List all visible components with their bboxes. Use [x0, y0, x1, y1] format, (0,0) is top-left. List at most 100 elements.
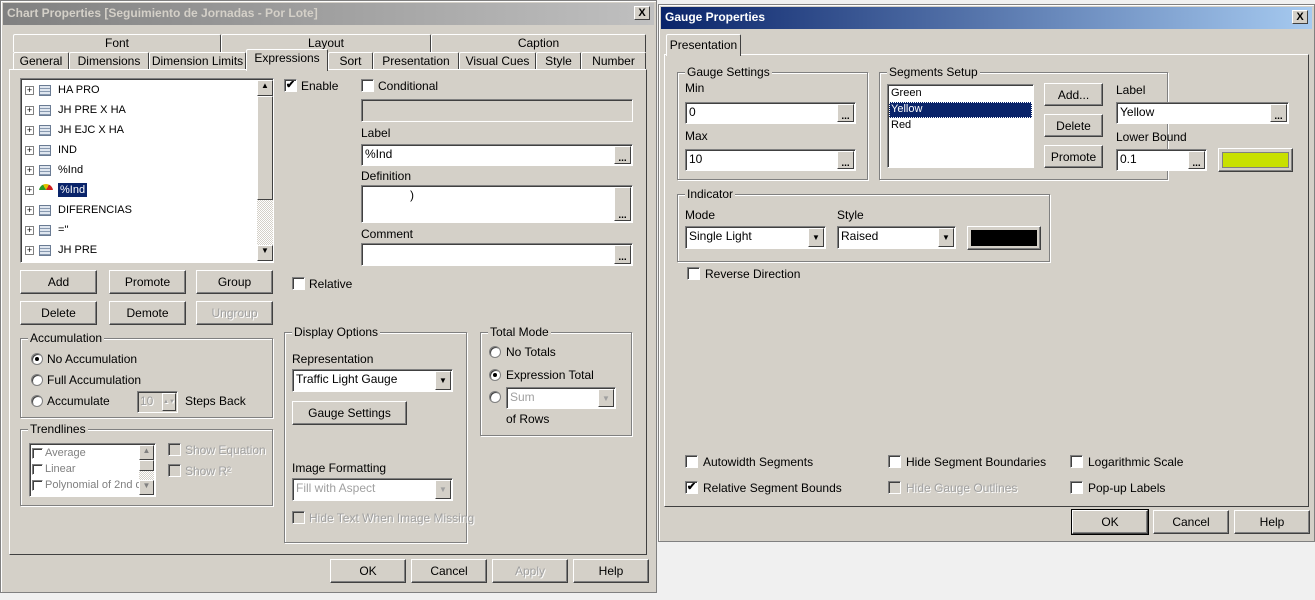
gauge-settings-button[interactable]: Gauge Settings — [292, 401, 407, 425]
expand-icon[interactable]: + — [25, 225, 34, 235]
relative-segment-bounds-checkbox[interactable]: ✔ — [685, 481, 698, 494]
tab-dimension-limits[interactable]: Dimension Limits — [149, 52, 246, 70]
help-button[interactable]: Help — [573, 559, 649, 583]
tab-caption[interactable]: Caption — [431, 34, 646, 52]
tab-style[interactable]: Style — [536, 52, 581, 70]
style-select[interactable]: Raised ▼ — [837, 226, 956, 249]
no-accumulation-radio[interactable] — [31, 353, 43, 365]
trendline-checkbox[interactable] — [32, 495, 43, 496]
segment-item[interactable]: Green — [889, 86, 1032, 102]
label-input[interactable]: %Ind... — [361, 144, 633, 166]
hide-text-checkbox[interactable] — [292, 511, 305, 524]
hide-segment-boundaries-checkbox[interactable] — [888, 455, 901, 468]
list-item[interactable]: + JH EJC X HA — [25, 121, 126, 139]
comment-ellipsis-button[interactable]: ... — [614, 245, 631, 264]
list-item[interactable]: + IND — [25, 141, 79, 159]
enable-checkbox[interactable]: ✔ — [284, 79, 297, 92]
representation-select[interactable]: Traffic Light Gauge ▼ — [292, 369, 453, 392]
delete-segment-button[interactable]: Delete — [1044, 114, 1103, 137]
ungroup-button[interactable]: Ungroup — [196, 301, 273, 325]
expand-icon[interactable]: + — [25, 205, 34, 215]
list-item[interactable]: + %Ind — [25, 181, 88, 199]
full-accumulation-radio[interactable] — [31, 374, 43, 386]
help-button[interactable]: Help — [1234, 510, 1310, 534]
autowidth-segments-checkbox[interactable] — [685, 455, 698, 468]
tab-number[interactable]: Number — [581, 52, 646, 70]
scroll-thumb[interactable] — [257, 96, 273, 200]
list-item[interactable]: + JH PRE X HA — [25, 101, 128, 119]
trend-scrollbar[interactable]: ▲ ▼ — [139, 445, 154, 495]
segment-item[interactable]: Yellow — [889, 102, 1032, 118]
logarithmic-scale-checkbox[interactable] — [1070, 455, 1083, 468]
lower-bound-input[interactable]: 0.1... — [1116, 149, 1207, 171]
expand-icon[interactable]: + — [25, 245, 34, 255]
conditional-checkbox[interactable] — [361, 79, 374, 92]
label-ellipsis-button[interactable]: ... — [614, 146, 631, 164]
relative-checkbox[interactable] — [292, 277, 305, 290]
comment-input[interactable]: ... — [361, 243, 633, 266]
max-input[interactable]: 10... — [685, 149, 856, 171]
list-item[interactable]: + ='' — [25, 221, 71, 239]
delete-button[interactable]: Delete — [20, 301, 97, 325]
promote-segment-button[interactable]: Promote — [1044, 145, 1103, 168]
tab-dimensions[interactable]: Dimensions — [69, 52, 149, 70]
dropdown-arrow-icon[interactable]: ▼ — [938, 228, 954, 247]
expand-icon[interactable]: + — [25, 165, 34, 175]
definition-input[interactable]: )... — [361, 185, 633, 223]
segments-list[interactable]: Green Yellow Red — [887, 84, 1034, 168]
ok-button[interactable]: OK — [330, 559, 406, 583]
max-ellipsis-button[interactable]: ... — [837, 151, 854, 169]
group-button[interactable]: Group — [196, 270, 273, 294]
expand-icon[interactable]: + — [25, 85, 34, 95]
no-totals-radio[interactable] — [489, 346, 501, 358]
trendlines-list[interactable]: Average Linear Polynomial of 2nd de Polynom… — [29, 443, 156, 497]
tab-presentation[interactable]: Presentation — [666, 34, 741, 56]
trendline-checkbox[interactable] — [32, 447, 43, 459]
tab-sort[interactable]: Sort — [328, 52, 373, 70]
scroll-down-icon[interactable]: ▼ — [139, 480, 154, 495]
expand-icon[interactable]: + — [25, 145, 34, 155]
dropdown-arrow-icon[interactable]: ▼ — [808, 228, 824, 247]
trendline-item[interactable]: Polynomial of 2nd de — [32, 477, 148, 493]
add-button[interactable]: Add — [20, 270, 97, 294]
scroll-up-icon[interactable]: ▲ — [139, 445, 154, 460]
show-equation-checkbox[interactable] — [168, 443, 181, 456]
lower-bound-ellipsis-button[interactable]: ... — [1188, 151, 1205, 169]
add-segment-button[interactable]: Add... — [1044, 83, 1103, 106]
cancel-button[interactable]: Cancel — [1153, 510, 1229, 534]
list-item[interactable]: + HA PRO — [25, 81, 102, 99]
list-item[interactable]: + %Ind — [25, 161, 85, 179]
stepper-arrows-icon[interactable]: ▲▼ — [162, 393, 176, 411]
scroll-thumb[interactable] — [139, 460, 154, 471]
segment-label-input[interactable]: Yellow... — [1116, 102, 1289, 124]
reverse-direction-checkbox[interactable] — [687, 267, 700, 280]
dropdown-arrow-icon[interactable]: ▼ — [598, 389, 614, 407]
tab-presentation[interactable]: Presentation — [373, 52, 459, 70]
expand-icon[interactable]: + — [25, 185, 34, 195]
expression-total-radio[interactable] — [489, 369, 501, 381]
expand-icon[interactable]: + — [25, 105, 34, 115]
list-item[interactable]: + DIFERENCIAS — [25, 201, 134, 219]
tab-visual-cues[interactable]: Visual Cues — [459, 52, 536, 70]
show-r2-checkbox[interactable] — [168, 464, 181, 477]
segment-item[interactable]: Red — [889, 118, 1032, 134]
trendline-checkbox[interactable] — [32, 463, 43, 475]
definition-ellipsis-button[interactable]: ... — [614, 187, 631, 221]
expand-icon[interactable]: + — [25, 125, 34, 135]
mode-select[interactable]: Single Light ▼ — [685, 226, 826, 249]
sum-radio[interactable] — [489, 391, 501, 403]
promote-button[interactable]: Promote — [109, 270, 186, 294]
dropdown-arrow-icon[interactable]: ▼ — [435, 371, 451, 390]
expression-list[interactable]: + HA PRO + JH PRE X HA + JH EJC X HA + I… — [20, 78, 274, 263]
trendline-item[interactable]: Polynomial of 3rd d — [32, 493, 139, 496]
tab-font[interactable]: Font — [13, 34, 221, 52]
segment-label-ellipsis-button[interactable]: ... — [1270, 104, 1287, 122]
accumulate-radio[interactable] — [31, 395, 43, 407]
tab-general[interactable]: General — [13, 52, 69, 70]
trendline-item[interactable]: Average — [32, 445, 86, 461]
close-button[interactable]: X — [1292, 10, 1308, 24]
trendline-item[interactable]: Linear — [32, 461, 76, 477]
image-formatting-select[interactable]: Fill with Aspect ▼ — [292, 478, 453, 501]
demote-button[interactable]: Demote — [109, 301, 186, 325]
list-item[interactable]: + JH PRE — [25, 241, 99, 259]
